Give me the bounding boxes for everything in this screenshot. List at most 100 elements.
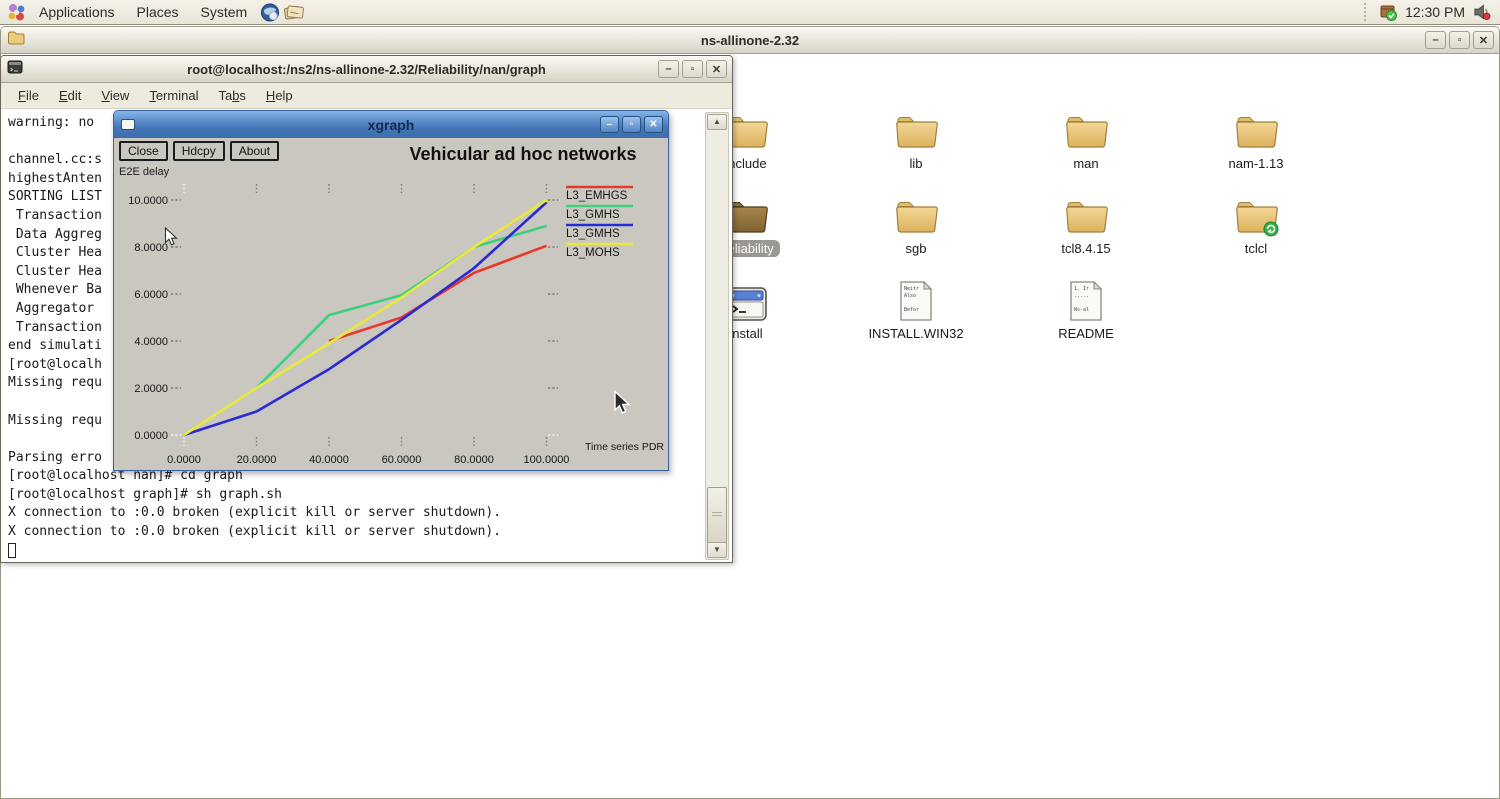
legend-label: L3_EMHGS bbox=[566, 190, 628, 202]
terminal-menu-terminal[interactable]: Terminal bbox=[140, 85, 207, 106]
terminal-menu-view[interactable]: View bbox=[92, 85, 138, 106]
folder-icon bbox=[7, 30, 25, 50]
fm-item-tcl8.4.15[interactable]: tcl8.4.15 bbox=[1001, 191, 1171, 276]
fm-maximize-button[interactable]: ▫ bbox=[1449, 31, 1470, 49]
terminal-menu-help[interactable]: Help bbox=[257, 85, 302, 106]
fm-item-label: README bbox=[1052, 325, 1120, 342]
x-axis-title: Time series PDR bbox=[585, 441, 664, 453]
fm-item-label: sgb bbox=[900, 240, 933, 257]
web-browser-icon[interactable] bbox=[260, 2, 280, 22]
series-line-l3_gmhs bbox=[257, 226, 547, 388]
svg-text:1. Ir: 1. Ir bbox=[1074, 286, 1089, 292]
terminal-minimize-button[interactable]: – bbox=[658, 60, 679, 78]
legend-label: L3_MOHS bbox=[566, 247, 620, 259]
terminal-window-title: root@localhost:/ns2/ns-allinone-2.32/Rel… bbox=[1, 62, 732, 77]
legend-label: L3_GMHS bbox=[566, 228, 620, 240]
terminal-prompt-line[interactable] bbox=[8, 542, 700, 561]
fm-minimize-button[interactable]: – bbox=[1425, 31, 1446, 49]
fm-item-lib[interactable]: lib bbox=[831, 106, 1001, 191]
software-updater-icon[interactable] bbox=[1378, 2, 1398, 22]
fm-item-label: nam-1.13 bbox=[1223, 155, 1290, 172]
terminal-line: X connection to :0.0 broken (explicit ki… bbox=[8, 504, 700, 523]
terminal-titlebar[interactable]: root@localhost:/ns2/ns-allinone-2.32/Rel… bbox=[1, 56, 732, 83]
fm-row: install NeitrAlsoBefor INSTALL.WIN32 1. … bbox=[661, 276, 1341, 361]
menu-system[interactable]: System bbox=[192, 2, 257, 22]
menu-applications[interactable]: Applications bbox=[30, 2, 124, 22]
y-tick-label: 10.0000 bbox=[128, 195, 168, 207]
folder-icon bbox=[1063, 191, 1109, 237]
legend-label: L3_GMHS bbox=[566, 209, 620, 221]
svg-text:Also: Also bbox=[904, 293, 916, 299]
x-tick-label: 0.0000 bbox=[167, 454, 201, 466]
gnome-menu-icon[interactable] bbox=[6, 2, 26, 22]
menu-places[interactable]: Places bbox=[128, 2, 188, 22]
fm-item-tclcl[interactable]: tclcl bbox=[1171, 191, 1341, 276]
notes-icon[interactable] bbox=[284, 2, 304, 22]
xgraph-window-icon bbox=[121, 119, 135, 130]
folder-icon bbox=[893, 191, 939, 237]
x-tick-label: 20.0000 bbox=[237, 454, 277, 466]
terminal-line: [root@localhost graph]# sh graph.sh bbox=[8, 486, 700, 505]
mouse-cursor-large bbox=[613, 390, 632, 416]
fm-titlebar[interactable]: ns-allinone-2.32 – ▫ ✕ bbox=[1, 27, 1499, 54]
xgraph-maximize-button[interactable]: ▫ bbox=[622, 116, 641, 133]
terminal-menu-file[interactable]: File bbox=[9, 85, 48, 106]
fm-item-install.win32[interactable]: NeitrAlsoBefor INSTALL.WIN32 bbox=[831, 276, 1001, 361]
terminal-close-button[interactable]: ✕ bbox=[706, 60, 727, 78]
y-tick-label: 2.0000 bbox=[134, 383, 168, 395]
svg-text:Neitr: Neitr bbox=[904, 286, 919, 292]
terminal-menu-edit[interactable]: Edit bbox=[50, 85, 90, 106]
scroll-up-icon[interactable]: ▲ bbox=[707, 114, 727, 130]
fm-close-button[interactable]: ✕ bbox=[1473, 31, 1494, 49]
fm-item-label: man bbox=[1067, 155, 1104, 172]
series-line-l3_mohs bbox=[184, 200, 547, 435]
xgraph-plot: 0.00002.00004.00006.00008.000010.00000.0… bbox=[114, 138, 669, 471]
terminal-icon bbox=[7, 60, 23, 79]
folder-icon bbox=[1063, 106, 1109, 152]
fm-item-label: tclcl bbox=[1239, 240, 1273, 257]
x-tick-label: 40.0000 bbox=[309, 454, 349, 466]
svg-text:.....: ..... bbox=[1074, 293, 1089, 299]
terminal-cursor[interactable] bbox=[8, 543, 16, 558]
scrollbar-thumb[interactable] bbox=[707, 487, 727, 545]
volume-icon[interactable] bbox=[1472, 2, 1492, 22]
svg-text:Ns-al: Ns-al bbox=[1074, 307, 1089, 313]
chart-title: Vehicular ad hoc networks bbox=[398, 144, 648, 165]
xgraph-close-button[interactable]: ✕ bbox=[644, 116, 663, 133]
mouse-cursor-small bbox=[164, 227, 179, 248]
clock[interactable]: 12:30 PM bbox=[1405, 4, 1465, 20]
fm-item-man[interactable]: man bbox=[1001, 106, 1171, 191]
fm-row: Reliability sgb tcl8.4.15 bbox=[661, 191, 1341, 276]
fm-item-sgb[interactable]: sgb bbox=[831, 191, 1001, 276]
xgraph-close-button[interactable]: Close bbox=[119, 141, 168, 161]
xgraph-minimize-button[interactable]: – bbox=[600, 116, 619, 133]
xgraph-window: xgraph – ▫ ✕ CloseHdcpyAbout E2E delay V… bbox=[113, 110, 669, 471]
xgraph-titlebar[interactable]: xgraph – ▫ ✕ bbox=[114, 111, 668, 138]
terminal-menubar: FileEditViewTerminalTabsHelp bbox=[1, 83, 732, 109]
fm-item-nam-1.13[interactable]: nam-1.13 bbox=[1171, 106, 1341, 191]
terminal-scrollbar[interactable]: ▲ ▼ bbox=[705, 112, 729, 560]
xgraph-about-button[interactable]: About bbox=[230, 141, 279, 161]
xgraph-content: CloseHdcpyAbout E2E delay Vehicular ad h… bbox=[114, 138, 668, 470]
fm-row: include lib man nam-1.1 bbox=[661, 106, 1341, 191]
terminal-menu-tabs[interactable]: Tabs bbox=[209, 85, 254, 106]
y-tick-label: 4.0000 bbox=[134, 336, 168, 348]
xgraph-hdcpy-button[interactable]: Hdcpy bbox=[173, 141, 225, 161]
terminal-line: X connection to :0.0 broken (explicit ki… bbox=[8, 523, 700, 542]
top-panel: Applications Places System bbox=[0, 0, 1500, 25]
fm-item-readme[interactable]: 1. Ir..... Ns-al README bbox=[1001, 276, 1171, 361]
x-tick-label: 60.0000 bbox=[382, 454, 422, 466]
fm-window-title: ns-allinone-2.32 bbox=[1, 33, 1499, 48]
xgraph-window-title: xgraph bbox=[114, 117, 668, 133]
folder-link-icon bbox=[1233, 191, 1279, 237]
fm-item-label: INSTALL.WIN32 bbox=[862, 325, 969, 342]
terminal-maximize-button[interactable]: ▫ bbox=[682, 60, 703, 78]
folder-icon bbox=[1233, 106, 1279, 152]
x-tick-label: 100.0000 bbox=[524, 454, 570, 466]
fm-icon-grid: include lib man nam-1.1 bbox=[661, 106, 1341, 361]
text-file-icon: 1. Ir..... Ns-al bbox=[1069, 276, 1103, 322]
panel-handle[interactable] bbox=[1364, 3, 1369, 21]
text-file-icon: NeitrAlsoBefor bbox=[899, 276, 933, 322]
xgraph-toolbar: CloseHdcpyAbout bbox=[119, 141, 279, 161]
scroll-down-icon[interactable]: ▼ bbox=[707, 542, 727, 558]
